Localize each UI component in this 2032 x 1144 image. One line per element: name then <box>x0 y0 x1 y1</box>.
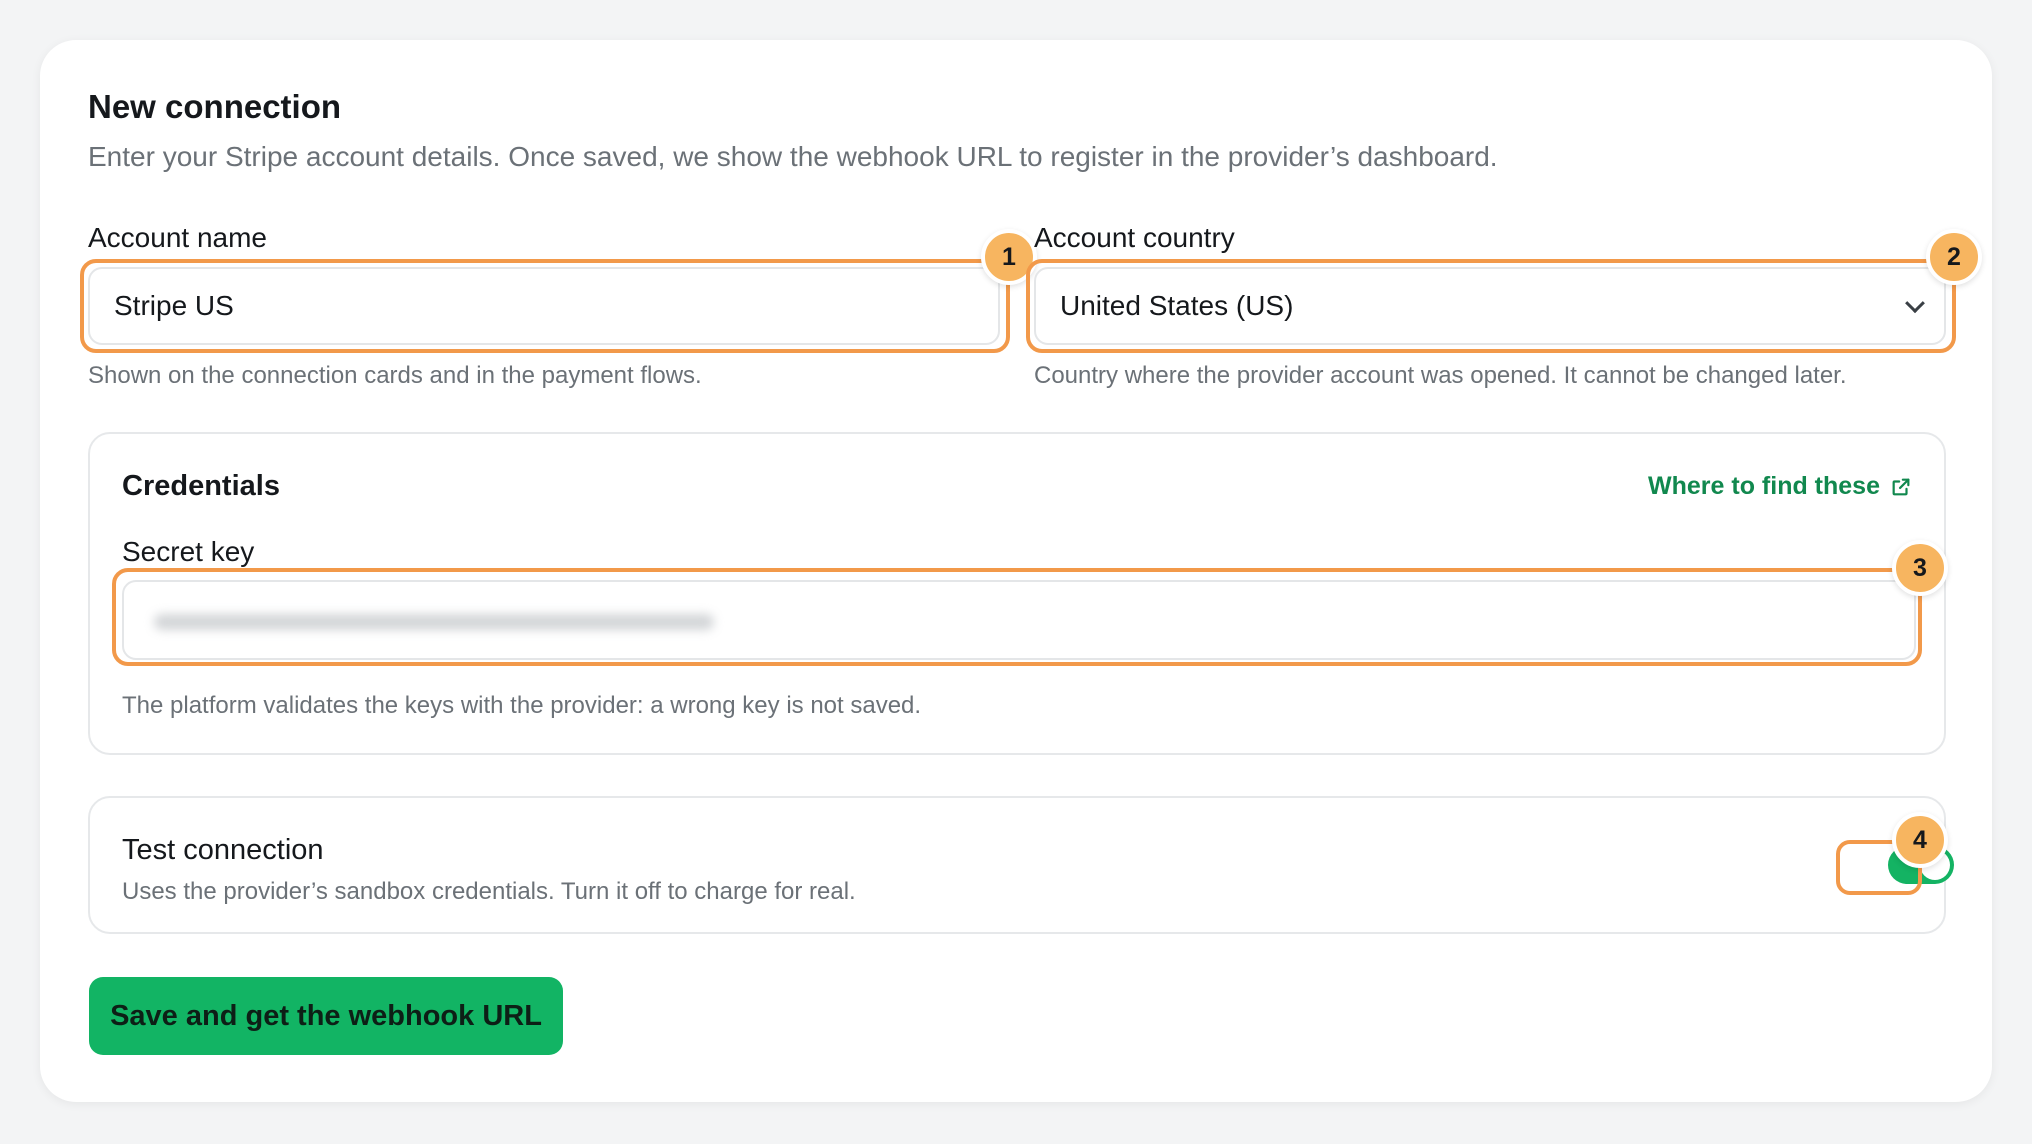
account-country-select[interactable]: United States (US) <box>1034 267 1946 345</box>
annotation-badge-1: 1 <box>981 229 1037 285</box>
annotation-badge-4: 4 <box>1892 812 1948 868</box>
form-subtitle: Enter your Stripe account details. Once … <box>88 141 1498 172</box>
masked-secret-key <box>154 614 714 630</box>
save-button[interactable]: Save and get the webhook URL <box>89 977 563 1055</box>
account-name-label: Account name <box>88 222 267 253</box>
secret-key-input[interactable] <box>122 580 1916 660</box>
credentials-hint: The platform validates the keys with the… <box>122 692 922 719</box>
annotation-badge-2: 2 <box>1926 229 1982 285</box>
account-country-label: Account country <box>1034 222 1235 253</box>
where-to-find-label: Where to find these <box>1648 472 1880 500</box>
form-title: New connection <box>88 88 342 125</box>
account-name-hint: Shown on the connection cards and in the… <box>88 362 702 389</box>
account-country-hint: Country where the provider account was o… <box>1034 362 1847 389</box>
test-connection-title: Test connection <box>122 834 324 866</box>
credentials-panel: Credentials Where to find these Secret k… <box>88 432 1946 755</box>
where-to-find-link[interactable]: Where to find these <box>1648 472 1912 501</box>
new-connection-card: New connection Enter your Stripe account… <box>40 40 1992 1102</box>
account-name-input[interactable]: Stripe US <box>88 267 1000 345</box>
annotation-badge-3: 3 <box>1892 540 1948 596</box>
test-connection-panel: Test connection Uses the provider’s sand… <box>88 796 1954 934</box>
external-link-icon <box>1892 478 1910 495</box>
chevron-down-icon <box>1905 293 1925 314</box>
credentials-title: Credentials <box>122 470 280 502</box>
account-country-value: United States (US) <box>1060 290 1294 321</box>
account-name-value: Stripe US <box>114 290 234 321</box>
secret-key-label: Secret key <box>122 536 255 567</box>
test-connection-description: Uses the provider’s sandbox credentials.… <box>122 878 856 905</box>
